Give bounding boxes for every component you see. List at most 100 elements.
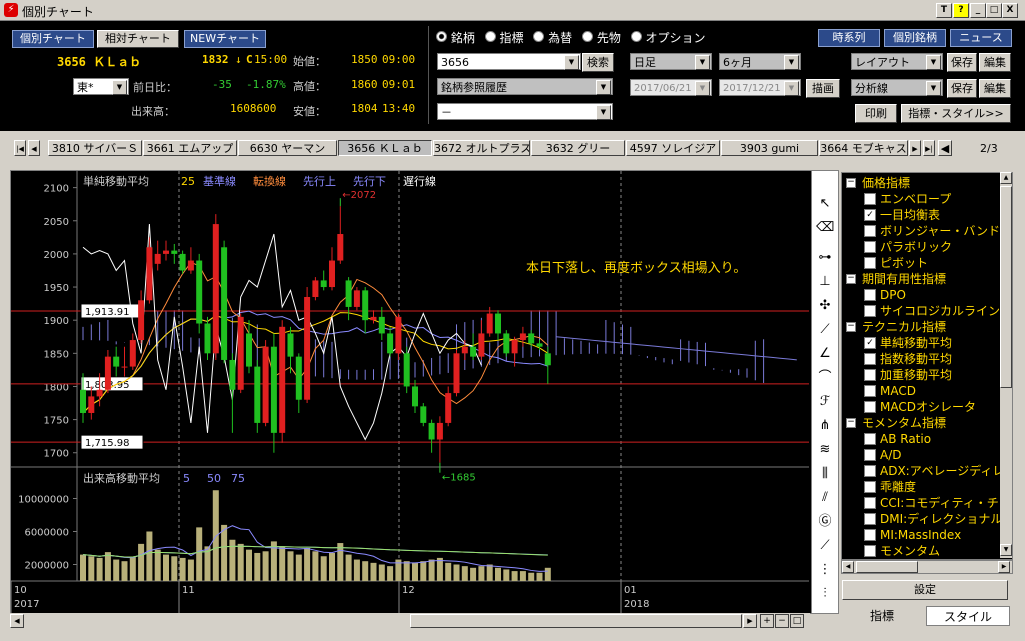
checkbox[interactable]: ✓ bbox=[864, 336, 876, 349]
checkbox[interactable] bbox=[864, 448, 876, 461]
next-tab-icon[interactable]: ▶ bbox=[909, 140, 921, 156]
indicator-item[interactable]: A/D bbox=[864, 447, 902, 463]
checkbox[interactable] bbox=[864, 240, 876, 253]
indicator-item[interactable]: MACD bbox=[864, 383, 916, 399]
checkbox[interactable] bbox=[864, 544, 876, 557]
checkbox[interactable] bbox=[864, 384, 876, 397]
tab-individual-chart[interactable]: 個別チャート bbox=[12, 30, 94, 48]
cycle-icon[interactable]: ⋮ bbox=[816, 561, 834, 579]
stock-tab[interactable]: 3632 グリー bbox=[531, 140, 625, 156]
tab-relative-chart[interactable]: 相対チャート bbox=[97, 30, 179, 48]
save-analysis-button[interactable]: 保存 bbox=[947, 79, 977, 98]
indicator-group[interactable]: − テクニカル指標 bbox=[846, 319, 946, 335]
close-button[interactable]: X bbox=[1002, 3, 1018, 18]
collapse-icon[interactable]: − bbox=[846, 177, 856, 188]
save-layout-button[interactable]: 保存 bbox=[947, 53, 977, 72]
checkbox[interactable] bbox=[864, 368, 876, 381]
edit-layout-button[interactable]: 編集 bbox=[979, 53, 1011, 72]
indicator-item[interactable]: 指数移動平均 bbox=[864, 351, 952, 367]
indicator-item[interactable]: エンベロープ bbox=[864, 191, 951, 207]
maximize-button[interactable]: □ bbox=[986, 3, 1002, 18]
radio-index[interactable]: 指標 bbox=[484, 31, 524, 45]
indicator-group[interactable]: − モメンタム指標 bbox=[846, 415, 946, 431]
indicator-item[interactable]: ボリンジャー・バンド bbox=[864, 223, 1000, 239]
indicator-item[interactable]: AB Ratio bbox=[864, 431, 931, 447]
eraser-icon[interactable]: ⌫ bbox=[816, 219, 834, 237]
indicator-item[interactable]: サイコロジカルライン bbox=[864, 303, 1000, 319]
radio-stock[interactable]: 銘柄 bbox=[436, 31, 475, 45]
scroll-down-icon[interactable]: ▼ bbox=[1000, 544, 1012, 556]
indicator-item[interactable]: CCI:コモディティ・チャネル bbox=[864, 495, 1012, 511]
from-date[interactable]: 2017/06/21 ▼ bbox=[630, 79, 712, 96]
indicator-item[interactable]: 乖離度 bbox=[864, 479, 916, 495]
last-tab-icon[interactable]: ▶| bbox=[923, 140, 935, 156]
radio-fx[interactable]: 為替 bbox=[533, 31, 572, 45]
collapse-icon[interactable]: − bbox=[846, 321, 856, 332]
individual-button[interactable]: 個別銘柄 bbox=[884, 29, 946, 47]
checkbox[interactable] bbox=[864, 528, 876, 541]
indicator-item[interactable]: MACDオシレータ bbox=[864, 399, 976, 415]
stock-tab[interactable]: 3903 gumi bbox=[721, 140, 818, 156]
indicator-hscroll[interactable]: ◀ ▶ bbox=[841, 560, 1013, 574]
symbol-input[interactable]: 3656 ▼ bbox=[437, 53, 581, 70]
scroll-right-icon[interactable]: ▶ bbox=[998, 561, 1010, 573]
collapse-icon[interactable]: − bbox=[846, 417, 856, 428]
draw-button[interactable]: 描画 bbox=[806, 79, 840, 98]
stock-tab[interactable]: 6630 ヤーマン bbox=[238, 140, 337, 156]
interval-select[interactable]: 日足 ▼ bbox=[630, 53, 712, 70]
zoom-out-icon[interactable]: − bbox=[775, 614, 789, 628]
stock-tab[interactable]: 3656 ＫＬａｂ bbox=[338, 140, 432, 156]
scroll-thumb[interactable] bbox=[1000, 186, 1012, 388]
checkbox[interactable] bbox=[864, 432, 876, 445]
checkbox[interactable] bbox=[864, 352, 876, 365]
checkbox[interactable] bbox=[864, 464, 876, 477]
layout-select[interactable]: レイアウト ▼ bbox=[851, 53, 943, 70]
scroll-left-icon[interactable]: ◀ bbox=[10, 614, 24, 628]
checkbox[interactable] bbox=[864, 304, 876, 317]
radio-futures[interactable]: 先物 bbox=[582, 31, 621, 45]
t-button[interactable]: T bbox=[936, 3, 952, 18]
indicator-item[interactable]: ADX:アベレージディレクショナル bbox=[864, 463, 1012, 479]
to-date[interactable]: 2017/12/21 ▼ bbox=[719, 79, 801, 96]
indicator-item[interactable]: 加重移動平均 bbox=[864, 367, 952, 383]
zoom-in-icon[interactable]: + bbox=[760, 614, 774, 628]
cursor-icon[interactable]: ↖ bbox=[816, 195, 834, 213]
gann-icon[interactable]: Ⓖ bbox=[816, 513, 834, 531]
scroll-left-icon[interactable]: ◀ bbox=[842, 561, 854, 573]
indicator-item[interactable]: ✓ 単純移動平均 bbox=[864, 335, 952, 351]
edit-analysis-button[interactable]: 編集 bbox=[979, 79, 1011, 98]
scroll-thumb[interactable] bbox=[410, 614, 742, 628]
style-toggle-button[interactable]: 指標・スタイル>> bbox=[901, 104, 1011, 123]
checkbox[interactable] bbox=[864, 400, 876, 413]
zoom-fit-icon[interactable]: □ bbox=[790, 614, 804, 628]
blank-select[interactable]: － ▼ bbox=[437, 103, 613, 120]
stock-tab[interactable]: 3810 サイバーＳ bbox=[48, 140, 142, 156]
horizontal-line-icon[interactable]: ⊶ bbox=[816, 249, 834, 267]
channel-icon[interactable]: ≋ bbox=[816, 441, 834, 459]
timeseries-button[interactable]: 時系列 bbox=[818, 29, 880, 47]
scroll-right-icon[interactable]: ▶ bbox=[743, 614, 757, 628]
range-select[interactable]: 6ヶ月 ▼ bbox=[719, 53, 801, 70]
collapse-icon[interactable]: − bbox=[846, 273, 856, 284]
cross-line-icon[interactable]: ✣ bbox=[816, 297, 834, 315]
fan-icon[interactable]: ⋔ bbox=[816, 417, 834, 435]
indicator-item[interactable]: ピボット bbox=[864, 255, 928, 271]
chart-scrollbar[interactable]: ◀ ▶ + − □ bbox=[10, 613, 810, 628]
angle-line-icon[interactable]: ∠ bbox=[816, 345, 834, 363]
news-button[interactable]: ニュース bbox=[950, 29, 1012, 47]
checkbox[interactable]: ✓ bbox=[864, 208, 876, 221]
fib-time-icon[interactable]: ⫼ bbox=[816, 465, 834, 483]
parallel-icon[interactable]: ⫽ bbox=[816, 489, 834, 507]
print-button[interactable]: 印刷 bbox=[855, 104, 897, 123]
regression-icon[interactable]: ⟋ bbox=[816, 537, 834, 555]
arc-icon[interactable]: ⌒ bbox=[816, 369, 834, 387]
search-button[interactable]: 検索 bbox=[582, 53, 614, 72]
tab-new-chart[interactable]: NEWチャート bbox=[184, 30, 266, 48]
stock-tab[interactable]: 4597 ソレイジア bbox=[626, 140, 720, 156]
checkbox[interactable] bbox=[864, 224, 876, 237]
indicator-group[interactable]: − 期間有用性指標 bbox=[846, 271, 946, 287]
indicator-item[interactable]: MI:MassIndex bbox=[864, 527, 961, 543]
settings-button[interactable]: 設定 bbox=[842, 580, 1008, 600]
chart-area[interactable]: 2100 2050 2000 1950 1900 1850 1800 1750 1700 1000… bbox=[10, 170, 812, 614]
trend-line-icon[interactable]: ⟋ bbox=[816, 321, 834, 339]
